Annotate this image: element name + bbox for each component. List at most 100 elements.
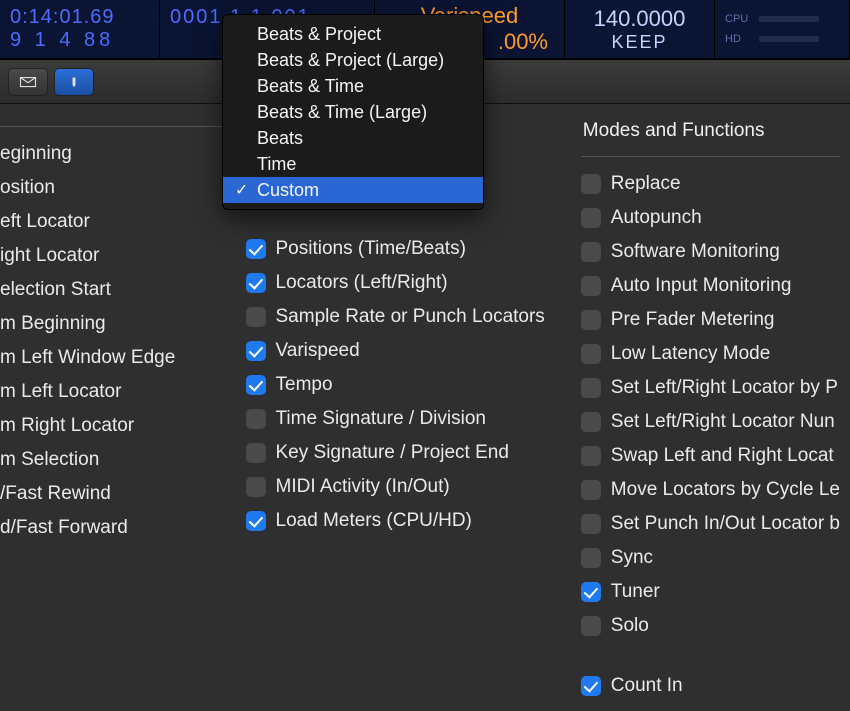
tempo-mode: KEEP — [611, 32, 667, 53]
checkbox[interactable] — [581, 242, 601, 262]
checkbox[interactable] — [246, 239, 266, 259]
checkbox-option[interactable]: Move Locators by Cycle Le — [581, 473, 840, 507]
varispeed-value: .00% — [498, 29, 554, 55]
left-option[interactable]: ight Locator — [0, 239, 222, 273]
checkbox-option[interactable]: Tempo — [246, 368, 561, 402]
checkbox-option[interactable]: Key Signature / Project End — [246, 436, 561, 470]
checkbox[interactable] — [581, 208, 601, 228]
section-title-modes: Modes and Functions — [581, 120, 840, 142]
checkbox[interactable] — [246, 341, 266, 361]
menu-item[interactable]: Time — [223, 151, 483, 177]
left-option-label: m Beginning — [0, 313, 106, 335]
checkbox-option[interactable]: Solo — [581, 609, 840, 643]
toolbar-button-2[interactable] — [54, 68, 94, 96]
hd-label: HD — [725, 33, 751, 45]
checkbox-option[interactable]: Pre Fader Metering — [581, 303, 840, 337]
menu-item[interactable]: Custom — [223, 177, 483, 203]
checkbox-option[interactable]: Swap Left and Right Locat — [581, 439, 840, 473]
checkbox[interactable] — [581, 412, 601, 432]
left-option[interactable]: /Fast Rewind — [0, 477, 222, 511]
left-option[interactable]: eft Locator — [0, 205, 222, 239]
checkbox[interactable] — [581, 446, 601, 466]
checkbox[interactable] — [581, 616, 601, 636]
left-option-label: /Fast Rewind — [0, 483, 111, 505]
toolbar-button-1[interactable] — [8, 68, 48, 96]
checkbox[interactable] — [246, 409, 266, 429]
checkbox-option[interactable]: Sync — [581, 541, 840, 575]
left-option[interactable]: d/Fast Forward — [0, 511, 222, 545]
smpte-time: 0:14:01.69 — [10, 6, 149, 29]
checkbox-label: Load Meters (CPU/HD) — [276, 510, 472, 532]
checkbox[interactable] — [246, 477, 266, 497]
display-mode-menu[interactable]: Beats & ProjectBeats & Project (Large)Be… — [222, 14, 484, 210]
checkbox-option[interactable]: Replace — [581, 167, 840, 201]
checkbox-option[interactable]: Tuner — [581, 575, 840, 609]
left-option-label: ight Locator — [0, 245, 99, 267]
checkbox[interactable] — [581, 276, 601, 296]
left-option[interactable]: election Start — [0, 273, 222, 307]
left-option[interactable]: m Left Locator — [0, 375, 222, 409]
checkbox-option[interactable]: MIDI Activity (In/Out) — [246, 470, 561, 504]
checkbox-option[interactable]: Time Signature / Division — [246, 402, 561, 436]
checkbox[interactable] — [246, 375, 266, 395]
checkbox-label: Low Latency Mode — [611, 343, 771, 365]
checkbox-label: Tuner — [611, 581, 660, 603]
checkbox[interactable] — [581, 514, 601, 534]
checkbox[interactable] — [581, 344, 601, 364]
checkbox[interactable] — [581, 378, 601, 398]
checkbox[interactable] — [581, 480, 601, 500]
checkbox-label: MIDI Activity (In/Out) — [276, 476, 450, 498]
menu-item[interactable]: Beats & Project (Large) — [223, 47, 483, 73]
checkbox[interactable] — [246, 307, 266, 327]
checkbox-label: Varispeed — [276, 340, 360, 362]
checkbox[interactable] — [581, 310, 601, 330]
checkbox[interactable] — [581, 676, 601, 696]
left-option[interactable]: osition — [0, 171, 222, 205]
checkbox-option[interactable]: Set Left/Right Locator Nun — [581, 405, 840, 439]
checkbox[interactable] — [581, 174, 601, 194]
hd-meter — [759, 36, 819, 42]
lcd-smpte[interactable]: 0:14:01.69 9 1 4 88 — [0, 0, 160, 58]
left-option-label: election Start — [0, 279, 111, 301]
checkbox-option[interactable]: Low Latency Mode — [581, 337, 840, 371]
cpu-meter — [759, 16, 819, 22]
checkbox-label: Replace — [611, 173, 681, 195]
checkbox-option[interactable]: Set Punch In/Out Locator b — [581, 507, 840, 541]
menu-item[interactable]: Beats & Time (Large) — [223, 99, 483, 125]
checkbox-label: Locators (Left/Right) — [276, 272, 448, 294]
checkbox[interactable] — [246, 511, 266, 531]
left-option[interactable]: m Beginning — [0, 307, 222, 341]
checkbox-label: Autopunch — [611, 207, 702, 229]
left-option[interactable]: m Left Window Edge — [0, 341, 222, 375]
checkbox-label: Swap Left and Right Locat — [611, 445, 834, 467]
checkbox-option[interactable]: Auto Input Monitoring — [581, 269, 840, 303]
menu-item[interactable]: Beats & Time — [223, 73, 483, 99]
checkbox-option[interactable]: Sample Rate or Punch Locators — [246, 300, 561, 334]
checkbox-option[interactable]: Positions (Time/Beats) — [246, 232, 561, 266]
menu-item[interactable]: Beats & Project — [223, 21, 483, 47]
checkbox-option[interactable]: Software Monitoring — [581, 235, 840, 269]
checkbox[interactable] — [581, 582, 601, 602]
right-column: Modes and Functions Replace Autopunch Soft… — [571, 104, 850, 711]
checkbox[interactable] — [581, 548, 601, 568]
lcd-tempo[interactable]: 140.0000 KEEP — [565, 0, 715, 58]
lcd-load-meters: CPU HD — [715, 0, 850, 58]
divider — [581, 156, 840, 157]
checkbox[interactable] — [246, 443, 266, 463]
checkbox-option[interactable]: Varispeed — [246, 334, 561, 368]
left-option-label: m Right Locator — [0, 415, 134, 437]
left-option[interactable]: m Selection — [0, 443, 222, 477]
checkbox-option[interactable]: Locators (Left/Right) — [246, 266, 561, 300]
menu-item[interactable]: Beats — [223, 125, 483, 151]
checkbox-option[interactable]: Load Meters (CPU/HD) — [246, 504, 561, 538]
checkbox-option[interactable]: Autopunch — [581, 201, 840, 235]
checkbox-label: Move Locators by Cycle Le — [611, 479, 840, 501]
checkbox-option[interactable]: Set Left/Right Locator by P — [581, 371, 840, 405]
tempo-value: 140.0000 — [594, 6, 686, 32]
checkbox[interactable] — [246, 273, 266, 293]
checkbox-option[interactable]: Count In — [581, 669, 840, 703]
left-option-label: m Left Window Edge — [0, 347, 175, 369]
left-option[interactable]: eginning — [0, 137, 222, 171]
left-option[interactable]: m Right Locator — [0, 409, 222, 443]
divider — [0, 126, 222, 127]
